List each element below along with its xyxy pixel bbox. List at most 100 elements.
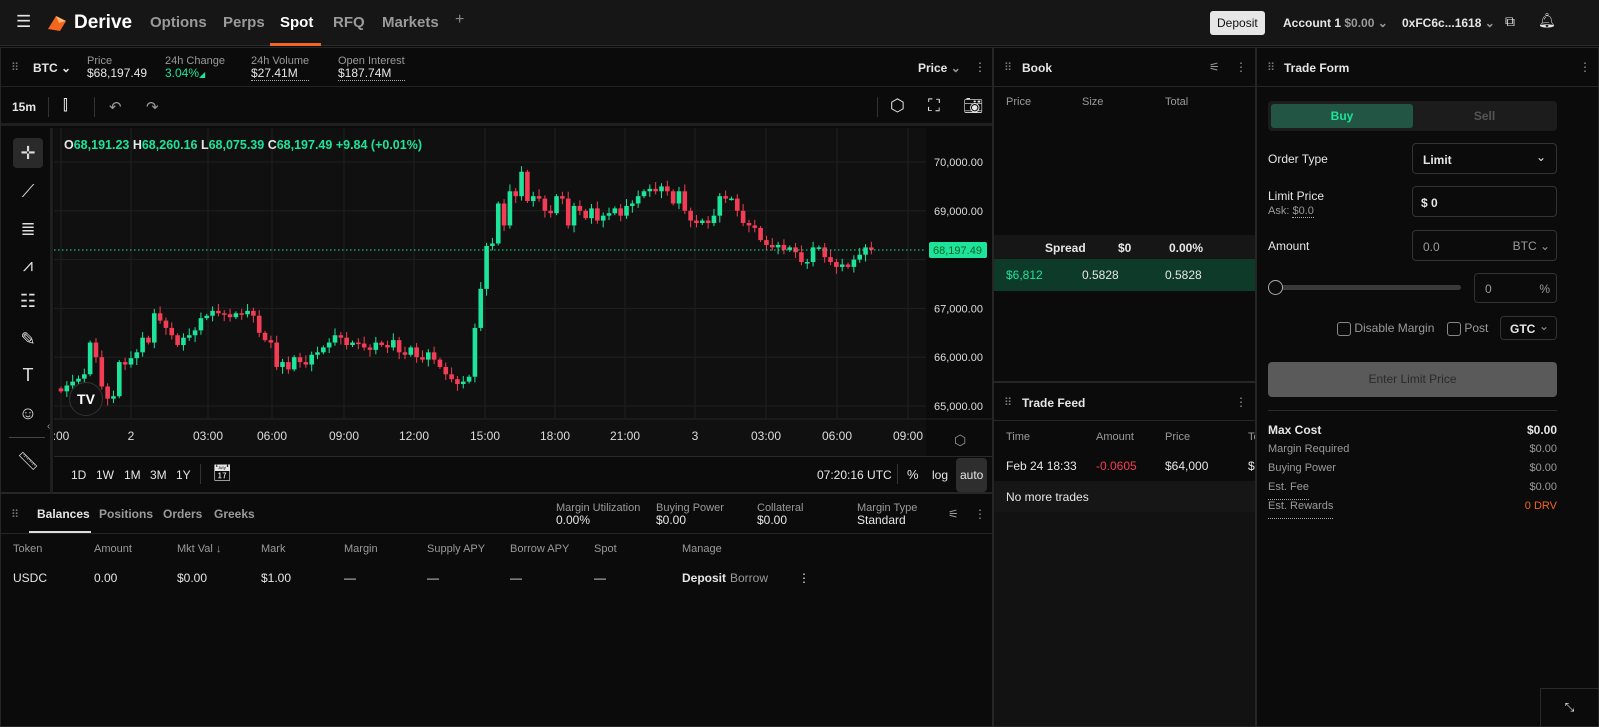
menu-icon[interactable]: ☰ xyxy=(16,12,31,32)
crosshair-icon[interactable]: ✛ xyxy=(13,138,43,168)
symbol-selector[interactable]: BTC ⌄ xyxy=(33,61,71,75)
x-tick-label: 3 xyxy=(692,429,699,443)
amount-input[interactable]: 0.0 BTC ⌄ xyxy=(1412,230,1557,261)
candle-body xyxy=(804,262,810,264)
fib-lines-icon[interactable]: ≣ xyxy=(13,214,43,244)
drag-handle-icon[interactable]: ⠿ xyxy=(11,61,19,74)
candle-body xyxy=(630,203,635,206)
drag-handle-icon[interactable]: ⠿ xyxy=(1267,61,1275,74)
range-1w[interactable]: 1W xyxy=(96,468,114,482)
row-more-icon[interactable]: ⋮ xyxy=(798,571,810,585)
account-selector[interactable]: Account 1 $0.00 ⌄ xyxy=(1283,16,1388,30)
buy-button[interactable]: Buy xyxy=(1271,104,1413,128)
tab-spot[interactable]: Spot xyxy=(280,14,313,31)
more-icon[interactable]: ⋮ xyxy=(974,60,986,74)
filter-icon[interactable]: ⚟ xyxy=(948,507,959,521)
sell-button[interactable]: Sell xyxy=(1415,104,1554,128)
drag-handle-icon[interactable]: ⠿ xyxy=(1004,396,1012,409)
candles-icon[interactable]: ⫿ xyxy=(63,97,68,114)
deposit-button[interactable]: Deposit xyxy=(1210,11,1265,35)
drag-handle-icon[interactable]: ⠿ xyxy=(11,508,19,521)
filter-icon[interactable]: ⚟ xyxy=(1209,60,1220,74)
price-chart[interactable]: :00 2 03:00 06:00 09:00 12:00 15:00 18:00 21:00 3… xyxy=(54,128,992,456)
bid-total: 0.5828 xyxy=(1165,268,1202,282)
time-in-force-select[interactable]: GTC ⌄ xyxy=(1500,316,1557,340)
order-type-select[interactable]: Limit ⌄ xyxy=(1412,143,1557,174)
brand-name: Derive xyxy=(74,12,133,33)
forecast-icon[interactable]: ☷ xyxy=(13,286,43,316)
auto-scale-toggle[interactable]: auto xyxy=(956,458,988,492)
trade-amount: -0.0605 xyxy=(1096,459,1137,473)
log-scale-toggle[interactable]: log xyxy=(932,468,948,482)
col-mkt-val[interactable]: Mkt Val ↓ xyxy=(177,543,221,555)
disable-margin-checkbox[interactable]: Disable Margin xyxy=(1337,321,1434,336)
more-icon[interactable]: ⋮ xyxy=(1235,395,1247,409)
more-icon[interactable]: ⋮ xyxy=(1235,60,1247,74)
candle-body xyxy=(122,362,128,365)
trade-form-panel: ⠿ Trade Form ⋮ Buy Sell Order Type Limit… xyxy=(1256,47,1599,727)
limit-price-input[interactable]: $ 0 xyxy=(1412,186,1557,217)
axis-settings-icon[interactable]: ⬡ xyxy=(954,432,966,449)
interval-selector[interactable]: 15m xyxy=(12,100,36,114)
range-1d[interactable]: 1D xyxy=(71,468,86,482)
range-3m[interactable]: 3M xyxy=(150,468,167,482)
bid-row[interactable]: $6,812 0.5828 0.5828 xyxy=(994,259,1255,291)
tab-options[interactable]: Options xyxy=(150,14,207,31)
post-only-checkbox[interactable]: Post xyxy=(1447,321,1488,336)
more-icon[interactable]: ⋮ xyxy=(974,507,986,521)
range-1y[interactable]: 1Y xyxy=(176,468,191,482)
drag-handle-icon[interactable]: ⠿ xyxy=(1004,61,1012,74)
percent-input[interactable]: 0% xyxy=(1474,273,1557,303)
candle-body xyxy=(583,210,588,219)
camera-icon[interactable]: 📷︎ xyxy=(963,96,983,116)
pattern-icon[interactable]: ⩘ xyxy=(13,250,43,280)
candle-body xyxy=(361,343,367,348)
ruler-icon[interactable]: 📏︎ xyxy=(13,446,43,476)
tab-markets[interactable]: Markets xyxy=(382,14,439,31)
range-1m[interactable]: 1M xyxy=(124,468,141,482)
balances-panel: ⠿ Balances Positions Orders Greeks Margi… xyxy=(0,493,993,727)
deposit-link[interactable]: Deposit xyxy=(682,571,726,585)
add-tab-button[interactable]: + xyxy=(455,11,464,29)
candle-body xyxy=(227,314,233,318)
borrow-apy: — xyxy=(510,571,522,585)
text-tool-icon[interactable]: T xyxy=(13,360,43,390)
tab-positions[interactable]: Positions xyxy=(99,507,153,521)
value: 3.04% xyxy=(165,66,200,80)
summary-est-fee: Est. Fee $0.00 xyxy=(1268,481,1557,500)
tab-perps[interactable]: Perps xyxy=(223,14,265,31)
brush-icon[interactable]: ✎ xyxy=(13,324,43,354)
devices-icon[interactable]: ⧉ xyxy=(1505,13,1515,30)
candle-body xyxy=(315,352,320,355)
tab-balances[interactable]: Balances xyxy=(37,507,90,521)
fullscreen-icon[interactable]: ⛶ xyxy=(928,96,940,116)
wallet-selector[interactable]: 0xFC6c...1618 ⌄ xyxy=(1402,16,1495,30)
chevron-down-icon: ⌄ xyxy=(1377,16,1388,30)
amount-slider-thumb[interactable] xyxy=(1268,280,1283,295)
bell-icon[interactable]: 🔔︎ xyxy=(1538,12,1556,29)
candle-body xyxy=(565,198,571,226)
unit-selector[interactable]: BTC ⌄ xyxy=(1513,239,1550,253)
price-mode-selector[interactable]: Price ⌄ xyxy=(918,61,961,75)
calendar-goto-icon[interactable]: 📅︎ xyxy=(212,463,232,483)
expand-icon[interactable]: ⤡ xyxy=(1540,688,1598,726)
candle-body xyxy=(845,264,851,267)
settings-icon[interactable]: ⬡ xyxy=(890,96,905,116)
more-icon[interactable]: ⋮ xyxy=(1579,60,1591,74)
candle-body xyxy=(99,357,105,387)
submit-order-button[interactable]: Enter Limit Price xyxy=(1268,362,1557,397)
trend-line-icon[interactable]: ⟋ xyxy=(13,176,43,206)
tab-greeks[interactable]: Greeks xyxy=(214,507,255,521)
undo-icon[interactable]: ↶ xyxy=(109,98,122,116)
tab-orders[interactable]: Orders xyxy=(163,507,202,521)
emoji-icon[interactable]: ☺ xyxy=(13,398,43,428)
collapse-tools-icon[interactable]: ‹ xyxy=(47,421,50,432)
redo-icon[interactable]: ↷ xyxy=(146,98,159,116)
amount-slider-track[interactable] xyxy=(1276,285,1461,290)
ask-value[interactable]: $0.0 xyxy=(1292,205,1314,218)
tradingview-logo[interactable]: TV xyxy=(69,382,103,416)
x-tick-label: 09:00 xyxy=(893,429,923,443)
borrow-link[interactable]: Borrow xyxy=(730,571,768,585)
percent-scale-toggle[interactable]: % xyxy=(907,467,919,482)
tab-rfq[interactable]: RFQ xyxy=(333,14,365,31)
